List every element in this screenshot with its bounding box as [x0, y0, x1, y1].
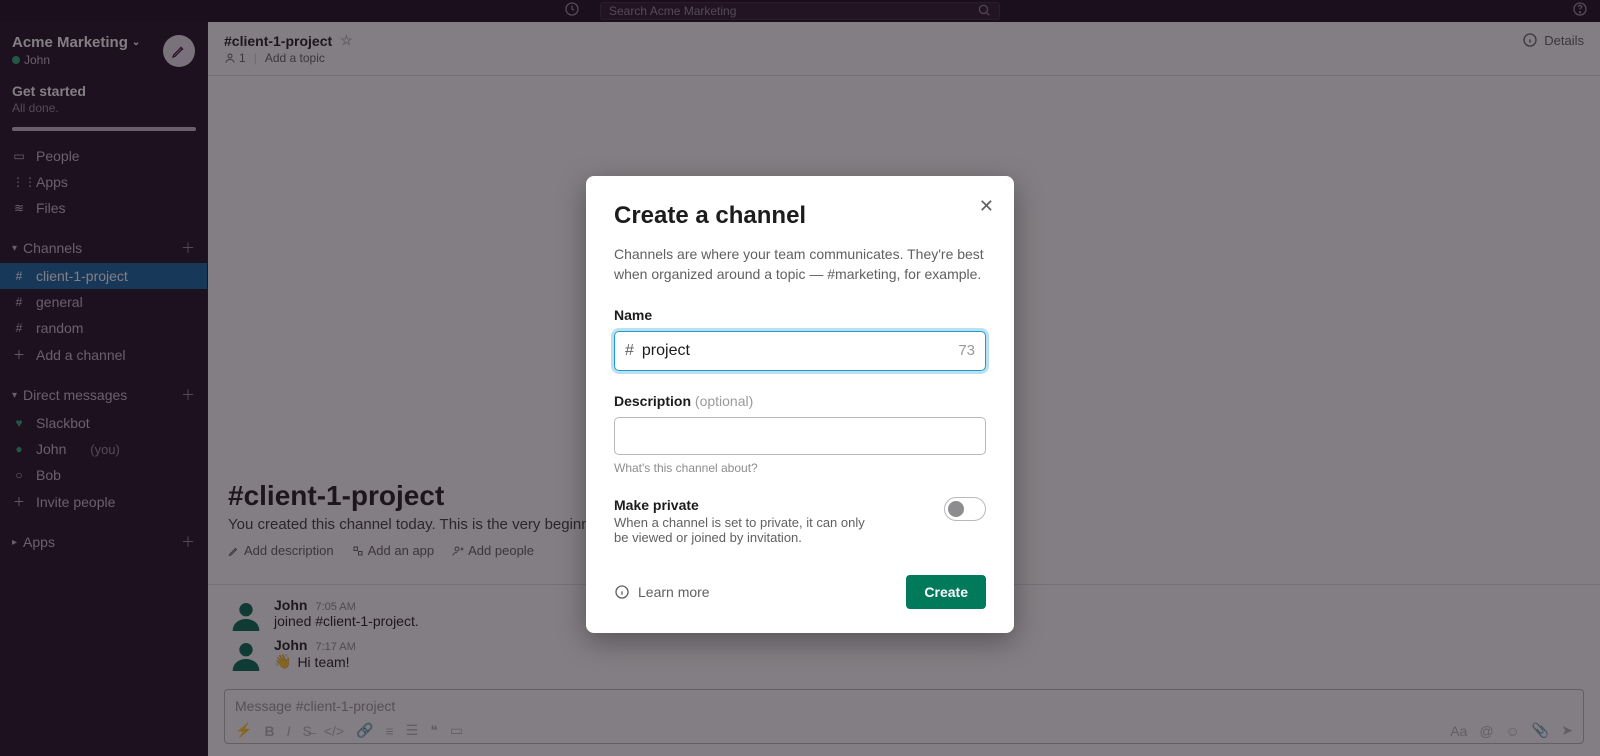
- channel-description-input[interactable]: [614, 417, 986, 455]
- create-button[interactable]: Create: [906, 575, 986, 609]
- make-private-toggle[interactable]: [944, 497, 986, 521]
- description-label: Description (optional): [614, 393, 986, 409]
- channel-name-input[interactable]: [642, 342, 958, 360]
- char-count: 73: [958, 342, 975, 359]
- name-label: Name: [614, 307, 986, 323]
- create-channel-modal: ✕ Create a channel Channels are where yo…: [586, 176, 1014, 633]
- modal-description: Channels are where your team communicate…: [614, 244, 986, 285]
- make-private-label: Make private: [614, 497, 874, 513]
- modal-overlay[interactable]: ✕ Create a channel Channels are where yo…: [0, 0, 1600, 756]
- hash-icon: #: [625, 342, 634, 360]
- make-private-sub: When a channel is set to private, it can…: [614, 515, 874, 545]
- learn-more-link[interactable]: Learn more: [614, 584, 710, 600]
- description-hint: What's this channel about?: [614, 461, 986, 475]
- close-icon[interactable]: ✕: [979, 196, 994, 217]
- channel-name-input-wrap: # 73: [614, 331, 986, 371]
- modal-title: Create a channel: [614, 202, 986, 230]
